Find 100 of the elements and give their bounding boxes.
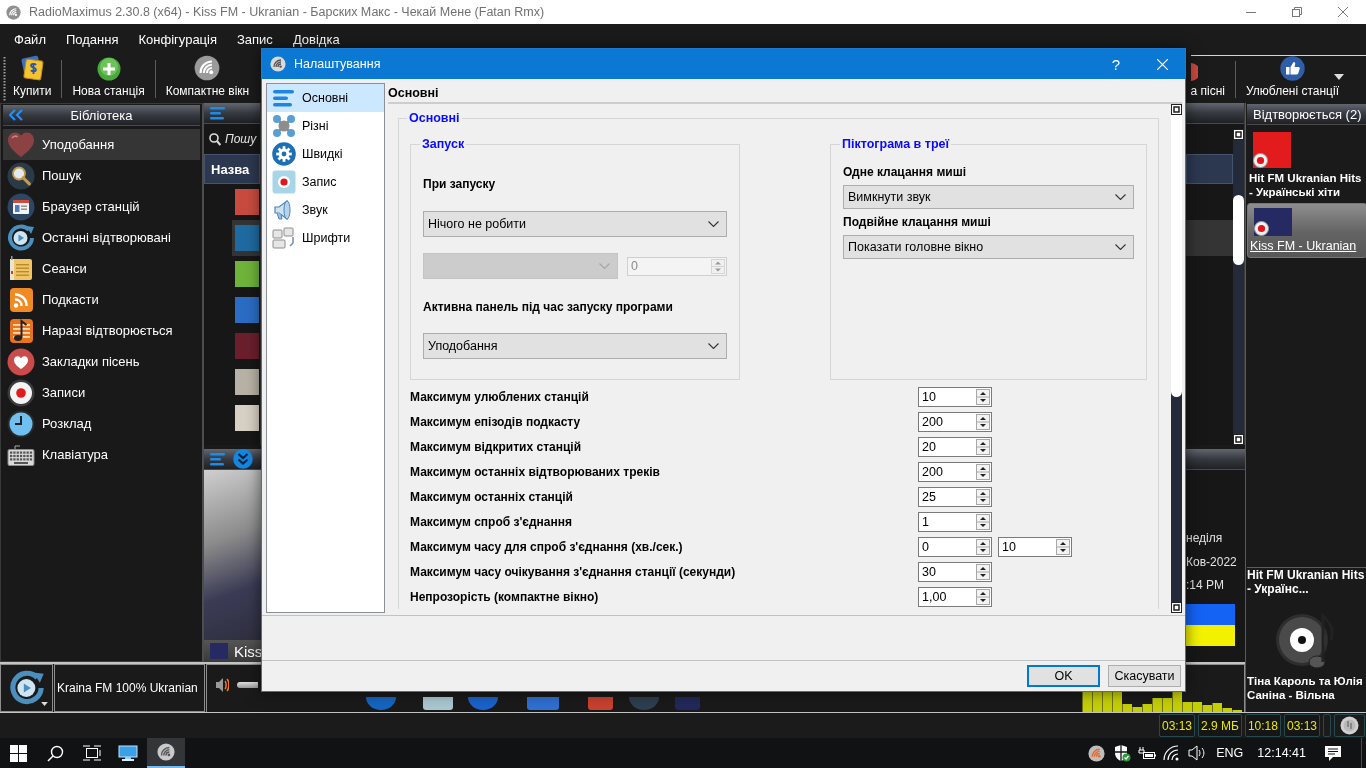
station-logo: [235, 297, 259, 323]
number-field[interactable]: 1: [918, 511, 992, 532]
tile-icon[interactable]: [675, 697, 700, 710]
toolbar-button[interactable]: Компактне вікн: [160, 55, 252, 103]
help-button[interactable]: ?: [1093, 49, 1139, 79]
dropdown[interactable]: Уподобання: [423, 333, 727, 359]
playing-item[interactable]: Kiss FM - Ukranian: [1247, 203, 1366, 258]
number-field[interactable]: 200: [918, 411, 992, 432]
tile-icon[interactable]: [588, 697, 613, 710]
station-name: Kraina FM 100% Ukranian: [54, 664, 205, 712]
replay-button[interactable]: [0, 664, 53, 712]
double-chevron-icon[interactable]: [232, 449, 254, 469]
status-panel[interactable]: [1334, 714, 1365, 737]
scrollbar-thumb[interactable]: [1233, 195, 1244, 265]
status-readout: 03:13: [1159, 714, 1196, 737]
field-label: Максимум часу очікування з'єднання станції (секунди): [410, 564, 737, 579]
station-logo: [210, 643, 228, 659]
library-item[interactable]: Сеанси: [3, 253, 200, 284]
record-icon: [272, 170, 296, 194]
menu-icon[interactable]: [210, 106, 226, 120]
toolbar-button[interactable]: а пісні: [1190, 56, 1230, 103]
library-item[interactable]: Наразі відтворюється: [3, 315, 200, 346]
close-icon[interactable]: [1338, 7, 1348, 17]
nav-item[interactable]: Різні: [267, 112, 384, 140]
library-item[interactable]: Подкасти: [3, 284, 200, 315]
square-icon[interactable]: [1233, 129, 1244, 140]
restore-icon[interactable]: [1292, 7, 1302, 17]
library-item[interactable]: Пошук: [3, 160, 200, 191]
round-button-icon[interactable]: [468, 697, 498, 710]
menu-item[interactable]: Запис: [227, 32, 283, 47]
square-icon[interactable]: [1233, 434, 1244, 445]
spectrum-bar: [1102, 692, 1112, 712]
dropdown[interactable]: Показати головне вікно: [843, 235, 1134, 259]
wifi-icon[interactable]: [1162, 745, 1181, 761]
taskbar-button[interactable]: [147, 738, 185, 768]
dropdown[interactable]: Нічого не робити: [423, 211, 727, 237]
menu-icon[interactable]: [210, 452, 226, 466]
number-field[interactable]: 1,00: [918, 586, 992, 607]
scrollbar-thumb[interactable]: [1171, 115, 1182, 397]
number-field[interactable]: 10: [998, 536, 1072, 557]
menu-item[interactable]: Файл: [4, 32, 56, 47]
round-button-icon[interactable]: [366, 697, 396, 710]
number-field[interactable]: 20: [918, 436, 992, 457]
number-field[interactable]: 30: [918, 561, 992, 582]
battery-icon[interactable]: [1136, 746, 1157, 760]
library-item[interactable]: Останні відтворювані: [3, 222, 200, 253]
notification-icon[interactable]: [1323, 744, 1342, 762]
dropdown[interactable]: Вимкнути звук: [843, 185, 1134, 209]
volume-icon[interactable]: [215, 677, 229, 693]
rss-icon: [7, 285, 35, 314]
toolbar-button[interactable]: Нова станція: [67, 55, 150, 103]
library-item[interactable]: Браузер станцій: [3, 191, 200, 222]
library-item[interactable]: Записи: [3, 377, 200, 408]
number-field[interactable]: 25: [918, 486, 992, 507]
heart-icon: [7, 130, 35, 159]
search-icon[interactable]: [47, 744, 64, 762]
windows-logo-icon[interactable]: [10, 744, 27, 762]
language-indicator[interactable]: ENG: [1216, 746, 1244, 760]
notepad-icon: [7, 254, 35, 283]
nav-item[interactable]: Запис: [267, 168, 384, 196]
number-field[interactable]: 200: [918, 461, 992, 482]
tile-icon[interactable]: [527, 697, 559, 710]
status-panel: [1323, 714, 1331, 737]
nav-item[interactable]: Швидкі: [267, 140, 384, 168]
menu-item[interactable]: Конфігурація: [128, 32, 227, 47]
nav-item[interactable]: Звук: [267, 196, 384, 224]
column-header[interactable]: Назва: [204, 154, 260, 184]
clock-text[interactable]: 12:14:41: [1257, 746, 1306, 760]
number-field[interactable]: 0: [918, 536, 992, 557]
library-item[interactable]: Клавіатура: [3, 439, 200, 470]
grip-icon[interactable]: [3, 56, 6, 102]
library-item[interactable]: Закладки пісень: [3, 346, 200, 377]
toolbar-button[interactable]: Улюблені станції: [1241, 56, 1344, 103]
menu-item[interactable]: Довідка: [282, 32, 350, 47]
spinner-arrows-icon: [976, 563, 990, 580]
dialog-button[interactable]: Скасувати: [1108, 665, 1181, 687]
square-icon[interactable]: [1171, 602, 1182, 613]
square-icon[interactable]: [1171, 104, 1182, 115]
signal-icon[interactable]: [1088, 744, 1106, 762]
nav-item[interactable]: Шрифти: [267, 224, 384, 252]
playing-item[interactable]: Hit FM Ukranian Hits - Українські хіти: [1247, 128, 1366, 203]
dialog-button[interactable]: OK: [1027, 665, 1100, 687]
spectrum-bar: [1092, 692, 1102, 712]
search-icon: [7, 161, 35, 190]
chevron-down-icon: [1115, 244, 1126, 250]
spinner-arrows-icon: [976, 413, 990, 430]
shield-icon[interactable]: [1112, 744, 1131, 762]
menu-item[interactable]: Подання: [55, 32, 129, 47]
minimize-icon[interactable]: [1246, 11, 1256, 13]
library-item[interactable]: Розклад: [3, 408, 200, 439]
nav-item[interactable]: Основні: [267, 84, 384, 112]
number-field[interactable]: 10: [918, 386, 992, 407]
toolbar-button[interactable]: Купити: [8, 55, 57, 103]
chevrons-left-icon[interactable]: [9, 109, 23, 121]
task-view-icon[interactable]: [82, 745, 101, 761]
library-item[interactable]: Уподобання: [3, 129, 200, 160]
search-field[interactable]: Пошу: [225, 129, 260, 149]
volume-icon[interactable]: [1187, 745, 1206, 761]
tile-icon[interactable]: [423, 697, 453, 710]
volume-slider-track[interactable]: [237, 682, 258, 688]
